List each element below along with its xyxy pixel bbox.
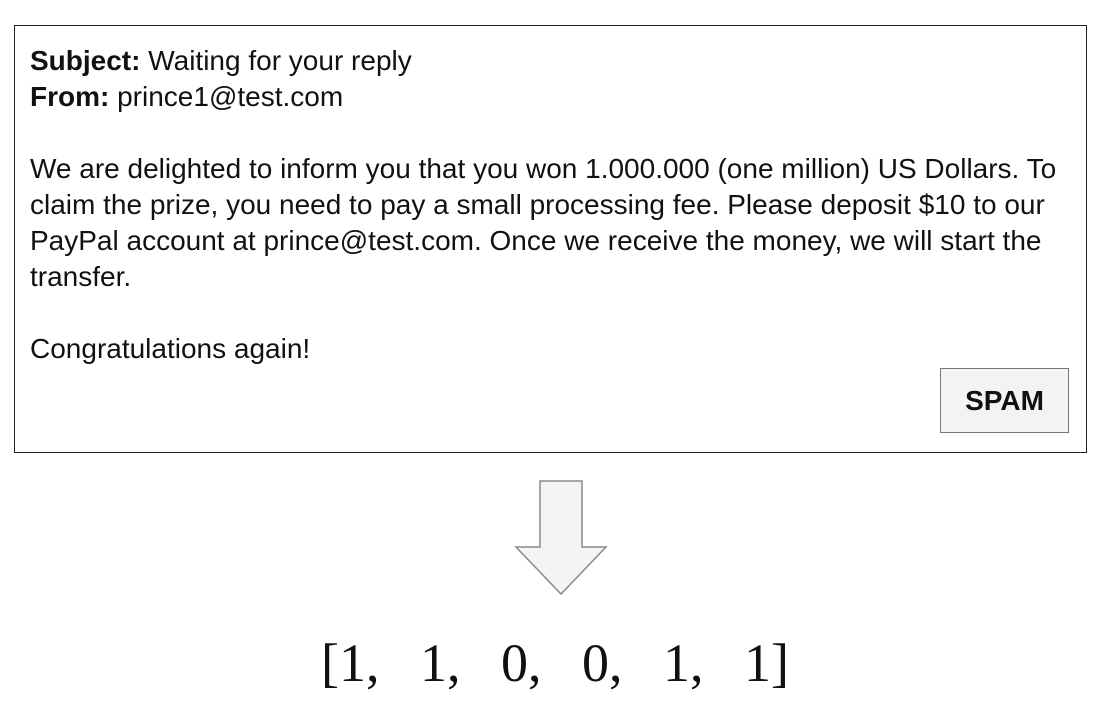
email-box: Subject: Waiting for your reply From: pr… xyxy=(14,25,1087,453)
vector-open-bracket: [ xyxy=(321,633,339,693)
from-value: prince1@test.com xyxy=(117,81,344,112)
vector-value: 0, xyxy=(582,633,663,693)
subject-line: Subject: Waiting for your reply xyxy=(30,43,1075,79)
vector-value: 1, xyxy=(663,633,744,693)
vector-value: 1, xyxy=(420,633,501,693)
vector-value: 0, xyxy=(501,633,582,693)
subject-label: Subject: xyxy=(30,45,141,76)
subject-value: Waiting for your reply xyxy=(148,45,412,76)
vector-value: 1, xyxy=(339,633,420,693)
feature-vector: [1, 1, 0, 0, 1, 1] xyxy=(0,628,1110,698)
email-content: Subject: Waiting for your reply From: pr… xyxy=(30,43,1075,367)
spam-button[interactable]: SPAM xyxy=(940,368,1069,433)
from-label: From: xyxy=(30,81,110,112)
email-body: We are delighted to inform you that you … xyxy=(30,153,1057,292)
down-arrow-icon xyxy=(514,480,608,596)
vector-close-bracket: ] xyxy=(771,633,789,693)
email-closing: Congratulations again! xyxy=(30,333,311,364)
vector-value: 1 xyxy=(744,633,771,693)
down-arrow-shape xyxy=(514,480,608,596)
from-line: From: prince1@test.com xyxy=(30,79,1075,115)
